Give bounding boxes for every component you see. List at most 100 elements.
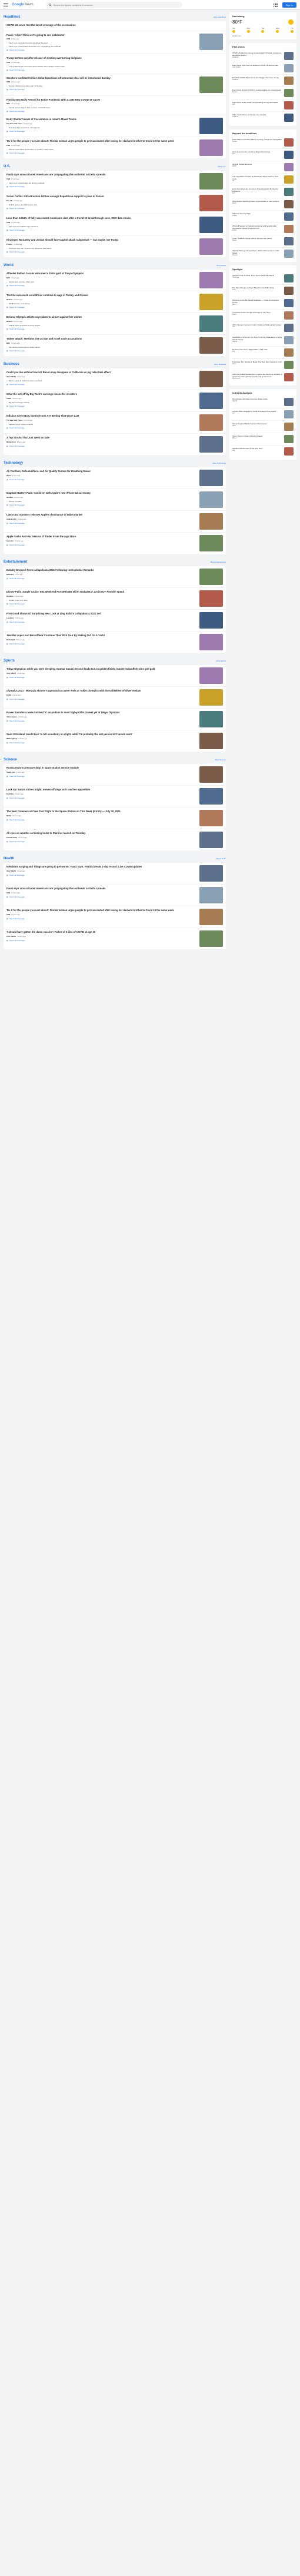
sub-story[interactable]: • Bacon supply in California faces new ru…: [6, 380, 196, 382]
story-card[interactable]: What the sell-off by Big Tech's earnings…: [4, 390, 226, 412]
sub-story[interactable]: • Kinzinger says Jan. 6 panel may subpoen…: [6, 247, 196, 250]
story-source[interactable]: CNN: [6, 178, 10, 180]
story-image[interactable]: [199, 414, 223, 431]
sidebar-story[interactable]: Fact check: Delta variant not spreading …: [232, 99, 294, 112]
story-image[interactable]: [199, 238, 223, 255]
story-image[interactable]: [199, 173, 223, 190]
full-coverage-link[interactable]: ▤ View Full Coverage: [6, 643, 196, 645]
section-title[interactable]: Health: [4, 857, 14, 860]
story-headline[interactable]: COVID-19 news: See the latest coverage o…: [6, 24, 223, 27]
story-headline[interactable]: First Good Shows Of Surprising New Look …: [6, 612, 196, 616]
full-coverage-link[interactable]: ▤ View Full Coverage: [6, 797, 196, 799]
story-source[interactable]: Refinery29: [6, 639, 15, 641]
story-card[interactable]: Air Purifiers, Dehumidifiers, and Air Qu…: [4, 467, 226, 489]
more-link[interactable]: More Health: [216, 857, 226, 860]
sidebar-story[interactable]: Sweet-Sugared Bottle Foamers Recompose Ea…: [232, 421, 294, 433]
story-card[interactable]: Belarus Olympic athlete says taken to ai…: [4, 313, 226, 335]
story-headline[interactable]: Sean Strickland 'would love' to tell som…: [6, 733, 196, 736]
story-card[interactable]: 'Do it for the people you care about': F…: [4, 906, 226, 928]
full-coverage-link[interactable]: ▤ View Full Coverage: [6, 504, 196, 506]
sidebar-story[interactable]: Do Tomorrow. Do? It Might Make a Talk Ca…: [232, 347, 294, 359]
sidebar-story[interactable]: A massive-known Google technique to turn…: [232, 310, 294, 322]
sidebar-story-image[interactable]: [284, 423, 294, 431]
sidebar-story-image[interactable]: [284, 287, 294, 295]
sidebar-story-image[interactable]: [284, 175, 294, 184]
sidebar-story[interactable]: Why Android watching leaves so vulnerabl…: [232, 198, 294, 211]
search-bar[interactable]: [46, 2, 182, 8]
sub-story[interactable]: • Fauci says vaccinated people should get…: [6, 42, 196, 44]
story-headline[interactable]: Apple Yanks Anti-Vax Version of Tinder F…: [6, 535, 196, 539]
sidebar-story[interactable]: Fact check: Not all COVID-19 related dea…: [232, 87, 294, 99]
story-headline[interactable]: Kinzinger: McCarthy and Jordan should fa…: [6, 238, 196, 242]
sidebar-story[interactable]: CDC changes course on indoor masks as De…: [232, 322, 294, 334]
full-coverage-link[interactable]: ▤ View Full Coverage: [6, 478, 196, 481]
full-coverage-link[interactable]: ▤ View Full Coverage: [6, 522, 196, 524]
story-card[interactable]: Disney Pulls 'Jungle Cruise' Into Weeken…: [4, 588, 226, 610]
story-headline[interactable]: Body Shelter Viewer of Coexistence in Is…: [6, 118, 196, 121]
sidebar-story-image[interactable]: [284, 348, 294, 357]
story-source[interactable]: CNN: [6, 144, 10, 147]
sidebar-story[interactable]: Maternal Security Daily Politico: [232, 211, 294, 223]
story-card[interactable]: Russia reports pressure drop in space st…: [4, 764, 226, 786]
weather-widget[interactable]: Harrisburg 80°F Sun Mon Tue Wed Thu Weather.…: [229, 12, 296, 39]
full-coverage-link[interactable]: ▤ View Full Coverage: [6, 603, 196, 605]
story-image[interactable]: [199, 733, 223, 749]
story-image[interactable]: [199, 371, 223, 387]
story-card[interactable]: All eyes on weather as Boeing looks to S…: [4, 829, 226, 850]
story-source[interactable]: Reuters: [6, 298, 12, 301]
story-image[interactable]: [199, 118, 223, 134]
story-headline[interactable]: 3 Top Stocks That Just Went on Sale: [6, 436, 196, 440]
sidebar-story-image[interactable]: [284, 299, 294, 307]
story-image[interactable]: [199, 909, 223, 925]
sub-story[interactable]: • Trump defends his comments about electi…: [6, 65, 223, 68]
full-coverage-link[interactable]: ▤ View Full Coverage: [6, 49, 196, 51]
story-headline[interactable]: Dababy Dropped From Lollapalooza 2021 Fo…: [6, 569, 196, 572]
story-image[interactable]: [199, 139, 223, 156]
full-coverage-link[interactable]: ▤ View Full Coverage: [6, 130, 196, 132]
sub-story[interactable]: • iPhone 13 leaks: [6, 500, 196, 503]
sidebar-story-image[interactable]: [284, 447, 294, 456]
full-coverage-link[interactable]: ▤ View Full Coverage: [6, 698, 196, 700]
story-card[interactable]: Jennifer Lopez And Ben Affleck Continue …: [4, 631, 226, 653]
story-headline[interactable]: All eyes on weather as Boeing looks to S…: [6, 832, 196, 835]
story-source[interactable]: USA TODAY: [6, 870, 16, 872]
story-source[interactable]: CNN: [6, 892, 10, 894]
story-source[interactable]: Deadline: [6, 595, 14, 597]
story-image[interactable]: [199, 272, 223, 288]
sidebar-story-image[interactable]: [284, 398, 294, 406]
sidebar-story[interactable]: Florida's COVID-19 numbers aren't bigger…: [232, 75, 294, 87]
apps-icon[interactable]: [273, 2, 278, 7]
story-source[interactable]: CNN: [6, 913, 10, 916]
sub-story[interactable]: • Wildfires force evacuations: [6, 303, 196, 305]
sub-story[interactable]: • Fauci says unvaccinated are driving out…: [6, 182, 196, 184]
story-card[interactable]: COVID-19 news: See the latest coverage o…: [4, 21, 226, 31]
story-source[interactable]: CNN: [6, 38, 10, 40]
sidebar-story[interactable]: Fact check: CDC has not declared COVID-1…: [232, 62, 294, 75]
story-source[interactable]: Reuters: [6, 320, 12, 323]
story-image[interactable]: [199, 865, 223, 882]
sub-story[interactable]: • Markets weigh inflation outlook: [6, 423, 196, 426]
story-card[interactable]: First Good Shows Of Surprising New Look …: [4, 610, 226, 631]
full-coverage-link[interactable]: ▤ View Full Coverage: [6, 775, 196, 777]
story-image[interactable]: [199, 76, 223, 93]
story-headline[interactable]: Less than 0.004% of fully vaccinated Ame…: [6, 217, 196, 220]
sidebar-section-title[interactable]: Fact check: [232, 45, 294, 48]
sidebar-story-image[interactable]: [284, 373, 294, 381]
more-link[interactable]: More Science: [215, 759, 226, 761]
full-coverage-link[interactable]: ▤ View Full Coverage: [6, 742, 196, 744]
story-card[interactable]: Sean Strickland 'would love' to tell som…: [4, 730, 226, 752]
story-headline[interactable]: Latest IDC numbers reiterate Apple's dom…: [6, 513, 196, 517]
sidebar-story[interactable]: Welcome to the Bio-based Database — Insi…: [232, 297, 294, 310]
more-link[interactable]: More Headlines: [214, 16, 226, 18]
sub-story[interactable]: • Collins upbeat about bipartisan deal: [6, 204, 196, 206]
sidebar-section-title[interactable]: In-Depth Analysis: [232, 391, 294, 394]
story-card[interactable]: Senators confident trillion-dollar bipar…: [4, 74, 226, 96]
story-headline[interactable]: 'I should have gotten the damn vaccine':…: [6, 930, 196, 934]
story-headline[interactable]: Belarus Olympic athlete says taken to ai…: [6, 315, 196, 319]
story-source[interactable]: EarthSky: [6, 793, 14, 795]
full-coverage-link[interactable]: ▤ View Full Coverage: [6, 229, 196, 231]
sidebar-story-image[interactable]: [284, 324, 294, 332]
story-card[interactable]: Florida Sets Daily Record for Entire Pan…: [4, 96, 226, 115]
more-link[interactable]: More Sports: [216, 660, 226, 662]
sub-story[interactable]: • Woman loses father and brother to COVID…: [6, 148, 196, 151]
